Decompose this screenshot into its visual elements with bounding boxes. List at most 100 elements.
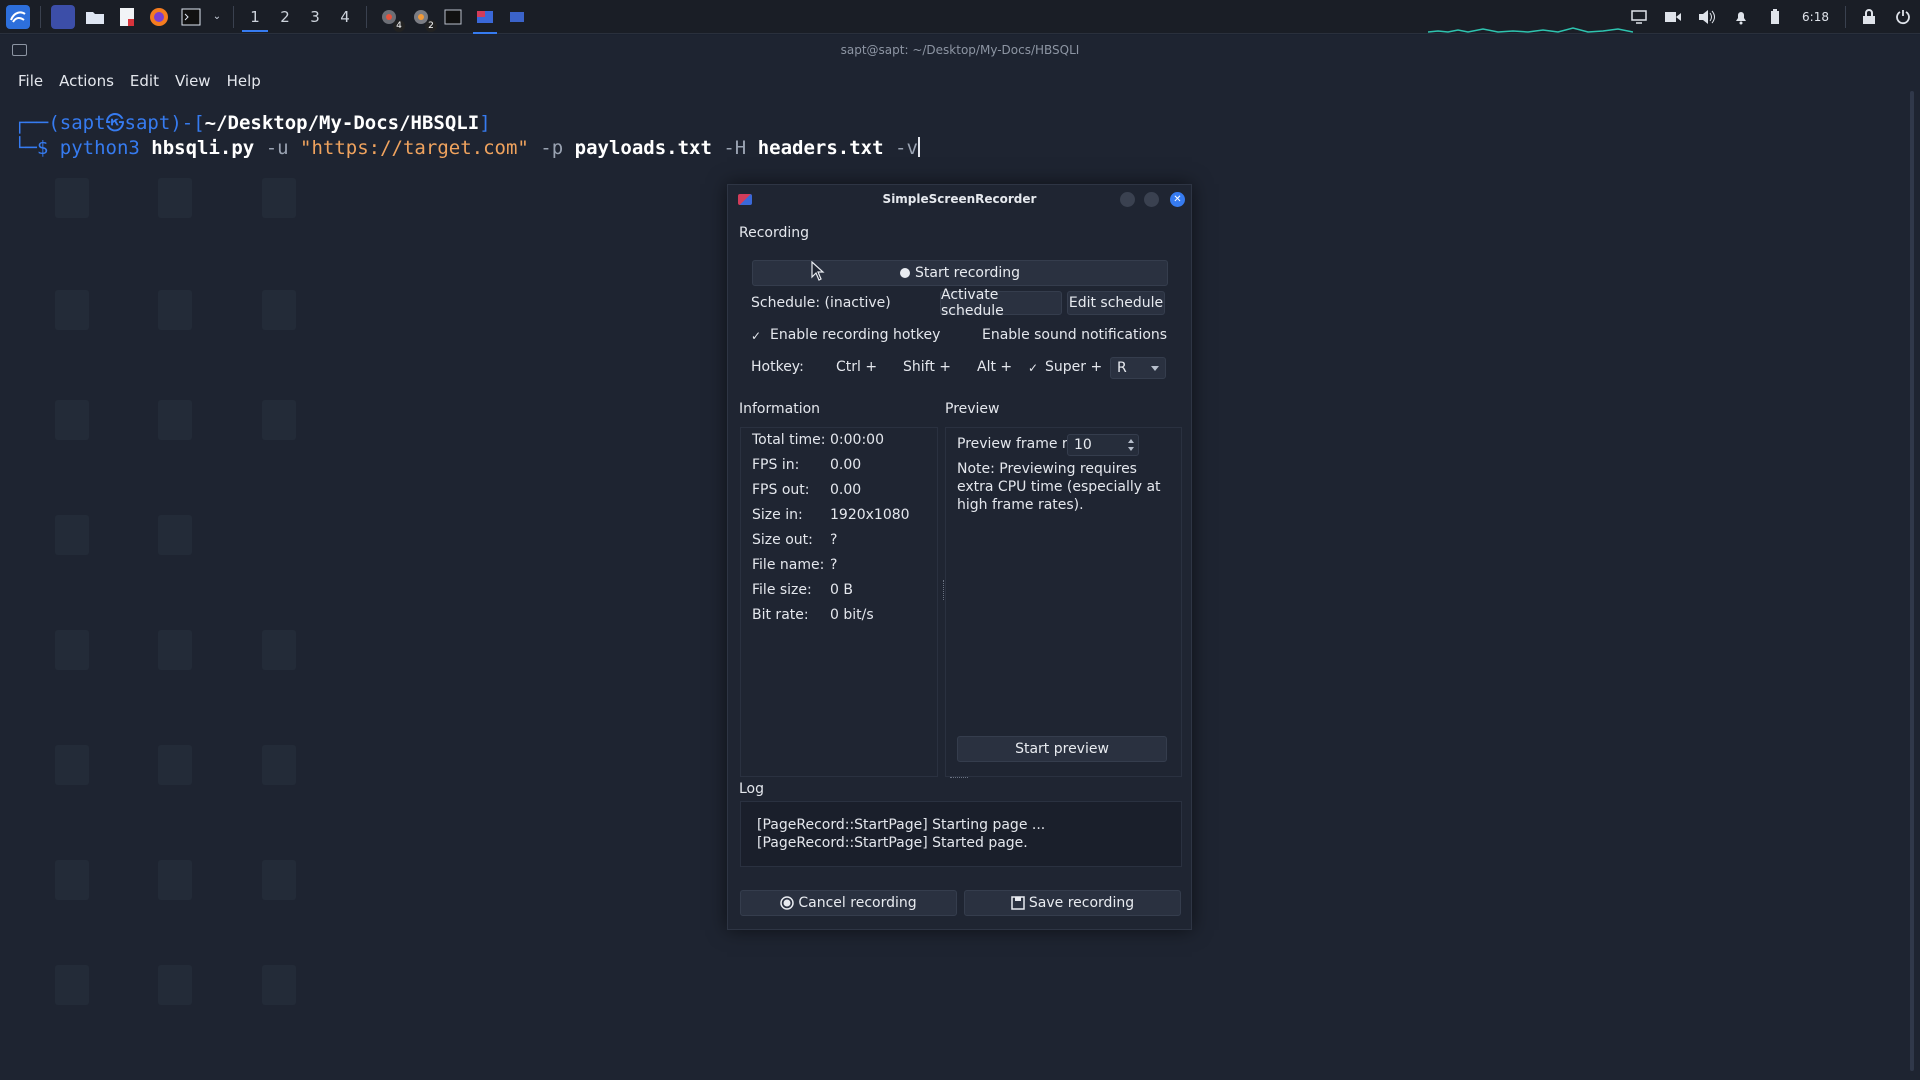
- recorder-titlebar[interactable]: SimpleScreenRecorder ✕: [728, 185, 1191, 213]
- record-dot-icon: [899, 268, 910, 278]
- info-value: 0 bit/s: [830, 607, 874, 623]
- info-key: Size in:: [752, 507, 803, 523]
- shift-modifier-toggle[interactable]: Shift +: [903, 359, 951, 375]
- information-panel: Total time: 0:00:00 FPS in: 0.00 FPS out…: [740, 427, 938, 777]
- task-browser-icon[interactable]: 2: [409, 5, 437, 32]
- log-line: [PageRecord::StartPage] Starting page ..…: [757, 817, 1046, 833]
- task-burp-icon[interactable]: 4: [377, 5, 405, 32]
- task-window-icon[interactable]: [505, 5, 529, 29]
- task-count-badge: 2: [425, 19, 437, 32]
- terminal-launcher-icon[interactable]: [179, 5, 203, 29]
- enable-hotkey-label[interactable]: Enable recording hotkey: [770, 327, 940, 343]
- info-value: 0.00: [830, 457, 862, 473]
- cancel-icon: [780, 896, 795, 910]
- display-icon[interactable]: [1628, 6, 1650, 28]
- desktop-icon-ghost: [262, 745, 296, 785]
- preview-panel: Preview frame rate: 10 Note: Previewing …: [945, 427, 1182, 777]
- prompt-host: sapt: [124, 112, 171, 134]
- cancel-recording-button[interactable]: Cancel recording: [740, 890, 957, 916]
- close-button[interactable]: ✕: [1170, 192, 1185, 207]
- text-cursor: [917, 137, 920, 157]
- desktop-icon-ghost: [55, 630, 89, 670]
- workspace-2[interactable]: 2: [270, 0, 300, 34]
- preview-frame-rate-input[interactable]: 10: [1067, 434, 1139, 456]
- terminal-titlebar[interactable]: sapt@sapt: ~/Desktop/My-Docs/HBSQLI: [0, 35, 1920, 65]
- show-desktop-icon[interactable]: [51, 4, 75, 29]
- screen-recorder-window[interactable]: SimpleScreenRecorder ✕ Recording Start r…: [727, 184, 1192, 930]
- alt-modifier-toggle[interactable]: Alt +: [977, 359, 1012, 375]
- text-editor-icon[interactable]: [115, 5, 139, 29]
- desktop-icon-ghost: [158, 515, 192, 555]
- splitter-handle[interactable]: [943, 580, 945, 600]
- ctrl-modifier-toggle[interactable]: Ctrl +: [836, 359, 877, 375]
- power-icon[interactable]: [1892, 6, 1914, 28]
- maximize-button[interactable]: [1144, 192, 1159, 207]
- recording-section-label: Recording: [739, 225, 810, 241]
- activate-schedule-button[interactable]: Activate schedule: [940, 287, 1062, 319]
- desktop-icon-ghost: [262, 178, 296, 218]
- splitter-handle[interactable]: [950, 777, 968, 779]
- menu-help[interactable]: Help: [219, 72, 269, 90]
- terminal-output[interactable]: ┌──(sapt㉿sapt)-[~/Desktop/My-Docs/HBSQLI…: [0, 97, 1920, 161]
- menu-file[interactable]: File: [10, 72, 51, 90]
- start-preview-button[interactable]: Start preview: [957, 736, 1167, 762]
- system-tray: 6:18: [1622, 0, 1920, 34]
- information-section-label: Information: [739, 401, 821, 417]
- firefox-icon[interactable]: [147, 5, 171, 29]
- task-recorder-icon[interactable]: [473, 5, 497, 34]
- kali-menu-icon[interactable]: [6, 4, 30, 29]
- info-key: Bit rate:: [752, 607, 809, 623]
- workspace-1[interactable]: 1: [240, 0, 270, 34]
- super-modifier-toggle[interactable]: Super +: [1045, 359, 1102, 375]
- workspace-4[interactable]: 4: [330, 0, 360, 34]
- clock[interactable]: 6:18: [1802, 10, 1829, 24]
- info-value: 0 B: [830, 582, 853, 598]
- enable-hotkey-checkbox[interactable]: ✓: [751, 329, 761, 343]
- schedule-status: Schedule: (inactive): [751, 295, 891, 311]
- prompt-suffix: ]: [479, 112, 491, 134]
- terminal-title: sapt@sapt: ~/Desktop/My-Docs/HBSQLI: [840, 43, 1080, 57]
- desktop-icon-ghost: [158, 745, 192, 785]
- chevron-down-icon: [1151, 366, 1159, 371]
- info-value: 1920x1080: [830, 507, 910, 523]
- cmd-opt-u: -u: [265, 137, 289, 159]
- desktop-icon-ghost: [158, 178, 192, 218]
- volume-icon[interactable]: [1696, 6, 1718, 28]
- task-terminal-icon[interactable]: [441, 5, 465, 29]
- desktop-icon-ghost: [55, 745, 89, 785]
- recorder-app-icon: [738, 194, 752, 205]
- hotkey-key-select[interactable]: R: [1110, 357, 1166, 379]
- terminal-scrollbar[interactable]: [1910, 91, 1914, 1071]
- command-line: └─$ python3 hbsqli.py -u "https://target…: [14, 136, 1920, 161]
- menu-view[interactable]: View: [167, 72, 219, 90]
- log-output[interactable]: [PageRecord::StartPage] Starting page ..…: [740, 801, 1182, 867]
- save-recording-button[interactable]: Save recording: [964, 890, 1181, 916]
- battery-icon[interactable]: [1764, 6, 1786, 28]
- notification-bell-icon[interactable]: [1730, 6, 1752, 28]
- terminal-window-icon: [12, 44, 27, 56]
- video-camera-icon[interactable]: [1662, 6, 1684, 28]
- desktop-icon-ghost: [55, 178, 89, 218]
- menu-edit[interactable]: Edit: [122, 72, 167, 90]
- cmd-opt-v: -v: [895, 137, 918, 159]
- prompt-prefix: ┌──(: [14, 112, 60, 134]
- info-key: File size:: [752, 582, 812, 598]
- prompt-user: sapt: [59, 112, 106, 134]
- file-manager-icon[interactable]: [83, 5, 107, 29]
- terminal-menubar: File Actions Edit View Help: [0, 65, 1920, 97]
- chevron-down-icon[interactable]: ⌄: [211, 5, 223, 29]
- cancel-recording-label: Cancel recording: [798, 895, 917, 911]
- super-checkbox[interactable]: ✓: [1028, 361, 1038, 375]
- info-value: ?: [830, 557, 838, 573]
- lock-icon[interactable]: [1858, 6, 1880, 28]
- info-key: File name:: [752, 557, 825, 573]
- desktop-icon-ghost: [55, 965, 89, 1005]
- workspace-3[interactable]: 3: [300, 0, 330, 34]
- spin-up-icon[interactable]: [1128, 439, 1134, 443]
- enable-sound-notifications-label[interactable]: Enable sound notifications: [982, 327, 1167, 343]
- minimize-button[interactable]: [1120, 192, 1135, 207]
- desktop-icon-ghost: [158, 400, 192, 440]
- spin-down-icon[interactable]: [1128, 447, 1134, 451]
- edit-schedule-button[interactable]: Edit schedule: [1067, 291, 1165, 315]
- menu-actions[interactable]: Actions: [51, 72, 122, 90]
